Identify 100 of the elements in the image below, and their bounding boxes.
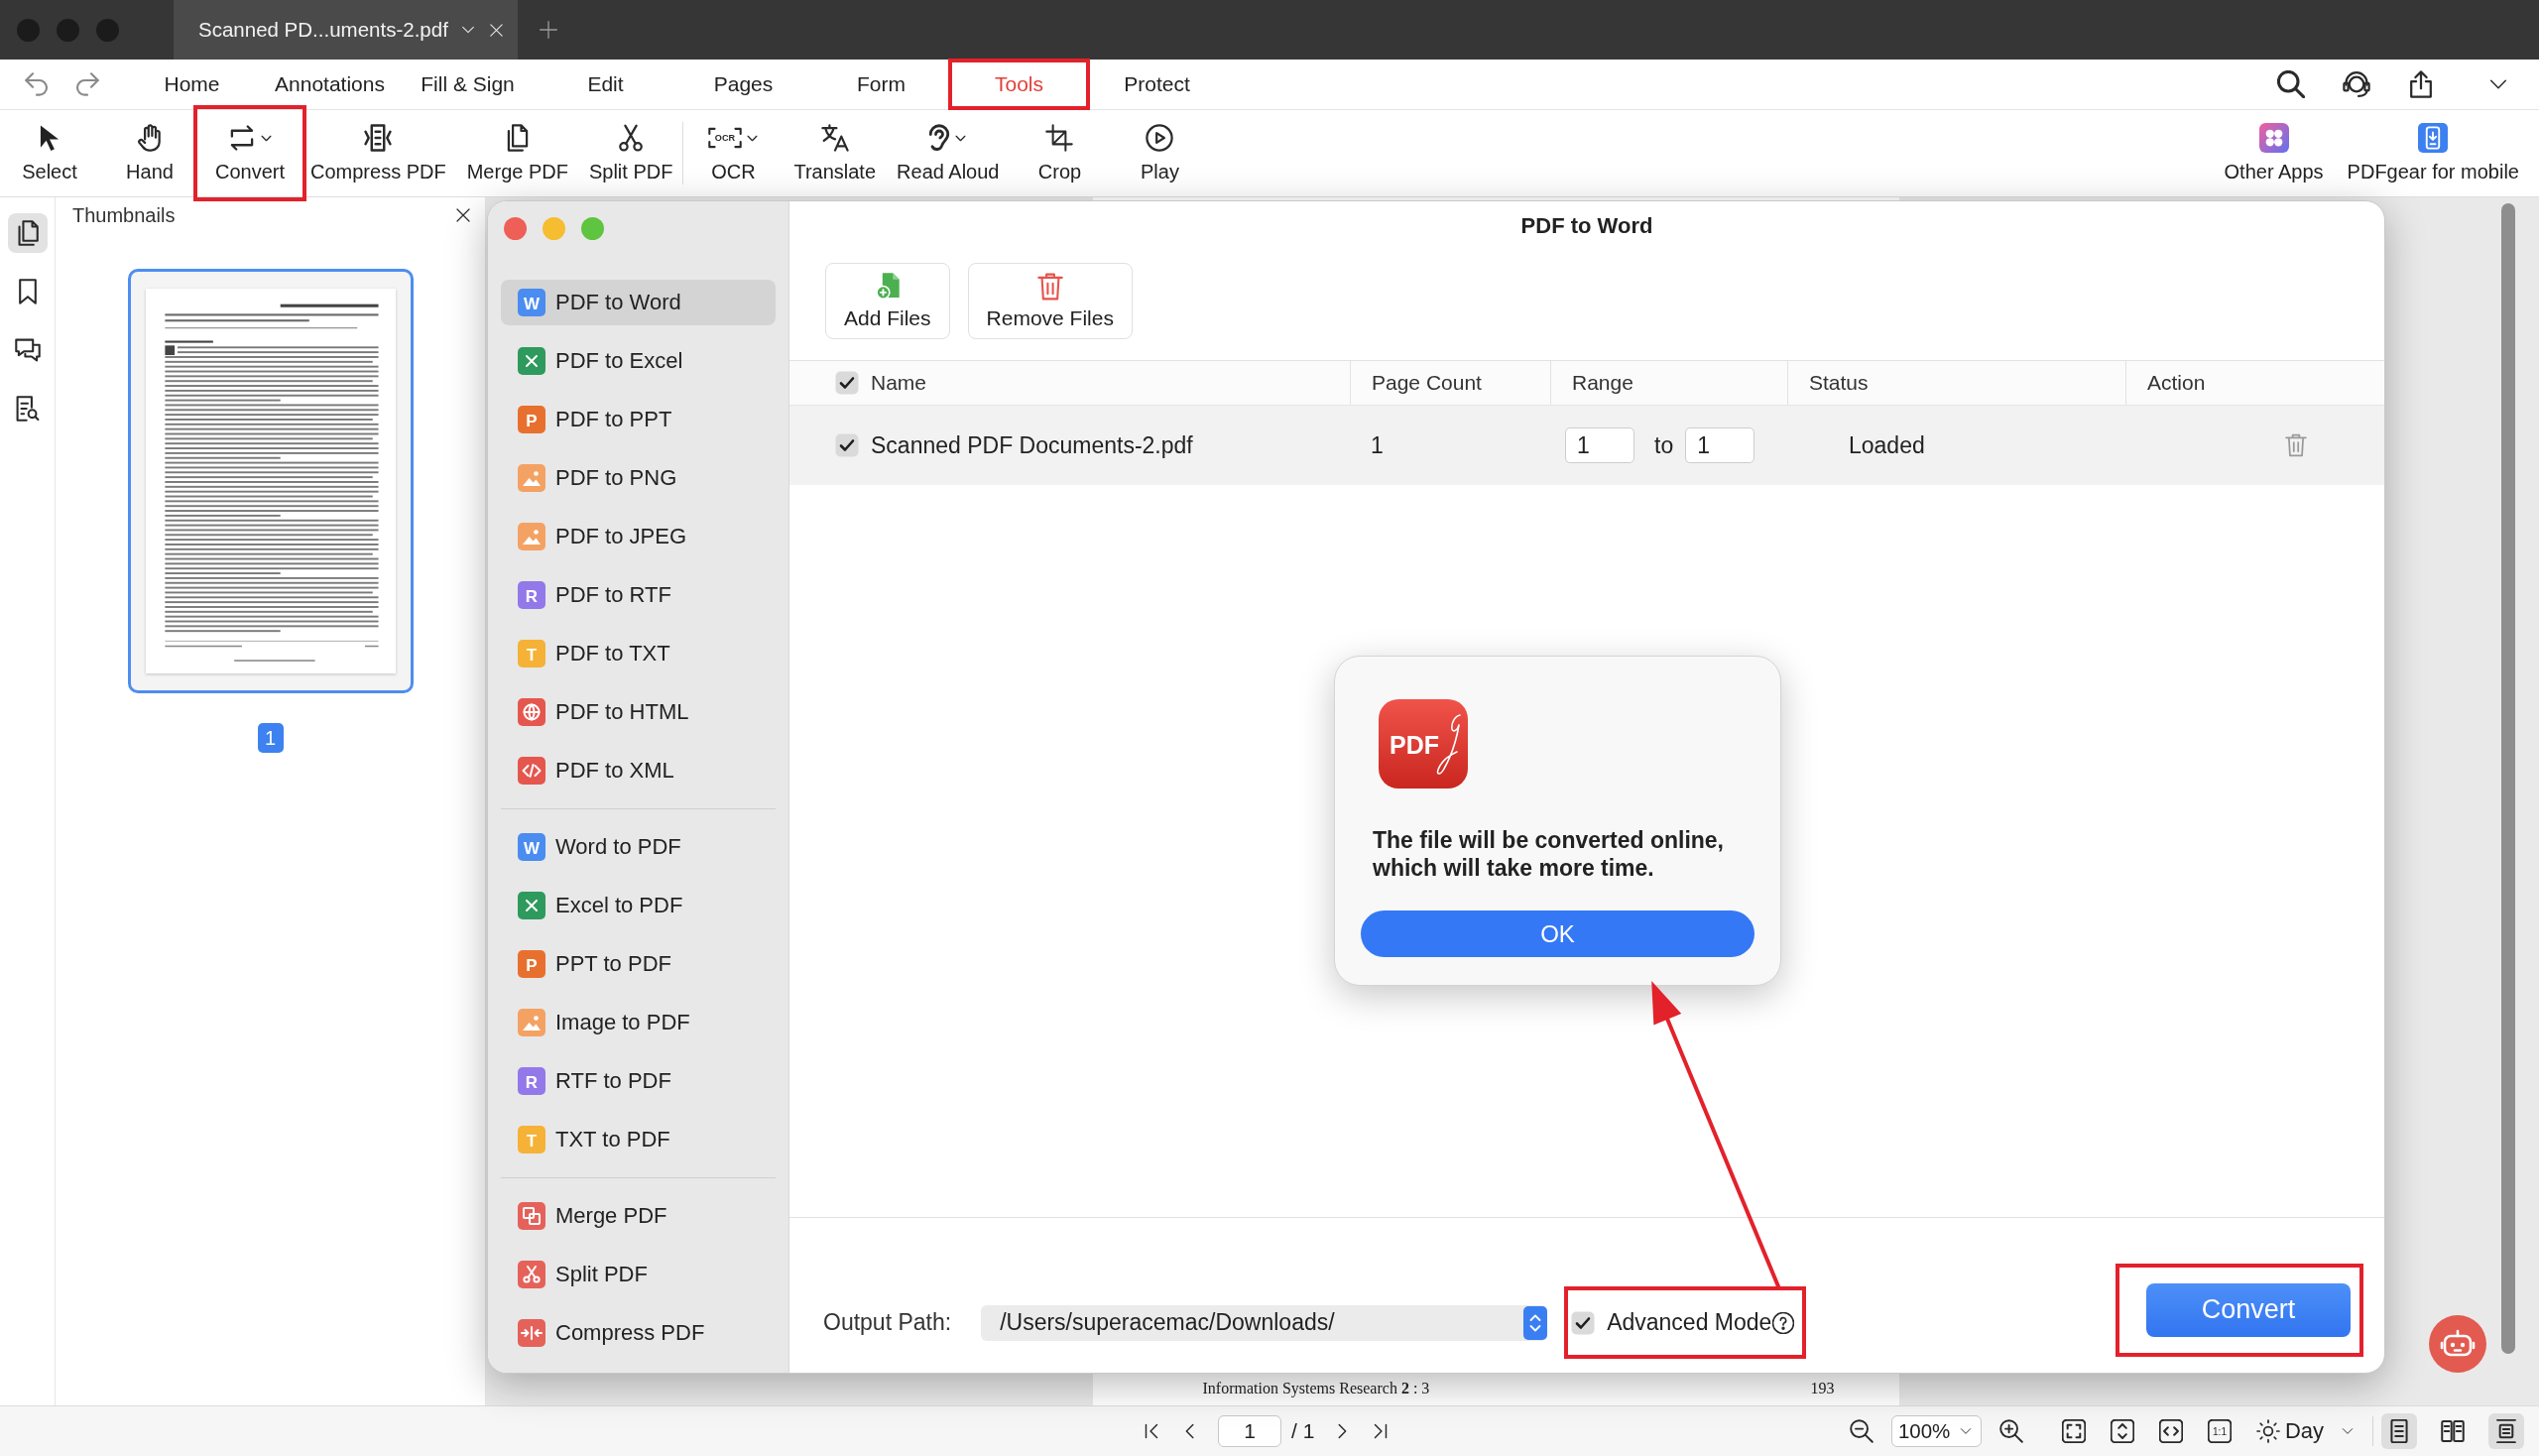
redo-icon[interactable] (75, 72, 99, 96)
letter-tile-icon: P (518, 950, 545, 978)
speech-bubbles-icon (14, 337, 41, 363)
output-path-field[interactable]: /Users/superacemac/Downloads/ (981, 1304, 1548, 1341)
advanced-mode-label[interactable]: Advanced Mode (1607, 1309, 1772, 1336)
sidebar-item[interactable]: Image to PDF (501, 1000, 776, 1045)
compress-tool[interactable]: Compress PDF (301, 110, 456, 196)
hand-tool[interactable]: Hand (100, 110, 199, 196)
panel-title: Thumbnails (72, 203, 176, 227)
menu-tab[interactable]: Protect (1088, 60, 1226, 109)
other-apps-button[interactable]: Other Apps (2214, 110, 2334, 196)
sun-icon (2255, 1419, 2280, 1443)
remove-files-button[interactable]: Remove Files (967, 263, 1133, 339)
sidebar-item[interactable]: Excel to PDF (501, 883, 776, 928)
sidebar-item[interactable]: PDF to HTML (501, 689, 776, 735)
view-mode-button[interactable] (2381, 1413, 2417, 1449)
menu-tab[interactable]: Home (123, 60, 261, 109)
compress-icon (364, 124, 393, 152)
close-icon[interactable] (454, 206, 472, 224)
sidebar-item[interactable]: Split PDF (501, 1252, 776, 1297)
sidebar-item[interactable]: Compress PDF (501, 1310, 776, 1356)
hand-icon (137, 124, 163, 152)
page-number-field[interactable]: 1 (1218, 1415, 1281, 1447)
zoom-out-icon[interactable] (1849, 1419, 1874, 1443)
letter-tile-icon: T (518, 640, 545, 667)
page-number-badge[interactable]: 1 (257, 723, 284, 753)
headset-icon[interactable] (2343, 70, 2370, 98)
scissors-icon (619, 124, 644, 152)
sidebar-item[interactable]: P PPT to PDF (501, 941, 776, 987)
crop-tool[interactable]: Crop (1010, 110, 1110, 196)
sidebar-item[interactable]: PDF to XML (501, 748, 776, 793)
split-tool[interactable]: Split PDF (578, 110, 683, 196)
range-from-field[interactable]: 1 (1565, 427, 1634, 463)
letter-tile-icon: T (518, 1126, 545, 1153)
file-row[interactable]: Scanned PDF Documents-2.pdf 1 1 to 1 Loaded (789, 406, 2384, 485)
scrollbar-thumb[interactable] (2501, 203, 2515, 1354)
checkbox[interactable] (835, 433, 859, 457)
phone-download-icon (2418, 123, 2449, 153)
fit-height-icon[interactable] (2110, 1419, 2134, 1443)
menu-tab[interactable]: Tools (950, 60, 1088, 109)
column-header: Range (1550, 361, 1787, 405)
ok-button[interactable]: OK (1361, 910, 1754, 957)
menu-tab[interactable]: Form (812, 60, 950, 109)
sidebar-item[interactable]: Merge PDF (501, 1193, 776, 1239)
sidebar-item[interactable]: W PDF to Word (501, 280, 776, 325)
sidebar-item[interactable]: T TXT to PDF (501, 1117, 776, 1162)
app-logo-icon: PDF (1379, 699, 1468, 789)
page-thumbnail[interactable] (127, 269, 414, 693)
sidebar-item[interactable]: W Word to PDF (501, 824, 776, 870)
share-icon[interactable] (2408, 70, 2434, 98)
file-name-cell: Scanned PDF Documents-2.pdf (871, 431, 1193, 459)
close-icon[interactable] (487, 21, 505, 39)
sidebar-item[interactable]: R PDF to RTF (501, 572, 776, 618)
sidebar-item[interactable]: R RTF to PDF (501, 1058, 776, 1104)
play-tool[interactable]: Play (1110, 110, 1210, 196)
zoom-in-icon[interactable] (1998, 1419, 2023, 1443)
document-tab[interactable]: Scanned PD...uments-2.pdf (174, 0, 518, 60)
undo-icon[interactable] (25, 72, 49, 96)
window-control-icon[interactable] (504, 217, 527, 240)
convert-tool[interactable]: Convert (200, 110, 300, 196)
mobile-app-button[interactable]: PDFgear for mobile (2337, 110, 2529, 196)
zoom-level-field[interactable]: 100% (1890, 1415, 1982, 1447)
add-files-button[interactable]: Add Files (825, 263, 950, 339)
play-icon (1146, 124, 1174, 152)
theme-dropdown[interactable]: Day (2255, 1418, 2355, 1444)
crop-icon (1045, 124, 1074, 152)
search-icon[interactable] (2277, 70, 2305, 98)
checkbox[interactable] (1571, 1310, 1596, 1335)
read-aloud-tool[interactable]: Read Aloud (887, 110, 1010, 196)
two-page-icon (2441, 1419, 2465, 1443)
fit-width-icon[interactable] (2158, 1419, 2183, 1443)
menu-tab[interactable]: Annotations (261, 60, 399, 109)
stepper-icon[interactable] (1523, 1305, 1548, 1340)
ocr-tool[interactable]: OCR OCR (683, 110, 784, 196)
fit-page-icon[interactable] (2061, 1419, 2086, 1443)
sidebar-item[interactable]: PDF to JPEG (501, 514, 776, 559)
sidebar-item[interactable]: PDF to Excel (501, 338, 776, 384)
checkbox[interactable] (835, 371, 859, 395)
page-total-text: / 1 (1291, 1419, 1315, 1443)
page-footer-text: Information Systems Research 2 : 3 (1202, 1380, 1430, 1397)
convert-button[interactable]: Convert (2146, 1282, 2351, 1337)
menu-tab[interactable]: Edit (537, 60, 674, 109)
translate-tool[interactable]: Translate (784, 110, 887, 196)
view-mode-button[interactable] (2488, 1413, 2524, 1449)
apps-grid-icon (2258, 123, 2289, 153)
sidebar-item[interactable]: P PDF to PPT (501, 397, 776, 442)
dialog-title: PDF to Word (1519, 212, 1654, 240)
notice-message: The file will be converted online, which will take more time. (1372, 826, 1725, 882)
plus-icon[interactable] (539, 20, 558, 40)
pages-button[interactable] (7, 213, 48, 253)
menu-tab[interactable]: Fill & Sign (399, 60, 537, 109)
sidebar-item[interactable]: PDF to PNG (501, 455, 776, 501)
actual-size-icon[interactable]: 1:1 (2207, 1419, 2232, 1443)
merge-tool[interactable]: Merge PDF (456, 110, 578, 196)
sidebar-item[interactable]: T PDF to TXT (501, 631, 776, 676)
select-tool[interactable]: Select (0, 110, 99, 196)
help-icon[interactable] (1772, 1311, 1795, 1334)
menu-tab[interactable]: Pages (674, 60, 812, 109)
range-to-field[interactable]: 1 (1685, 427, 1755, 463)
robot-icon[interactable] (2429, 1315, 2486, 1373)
